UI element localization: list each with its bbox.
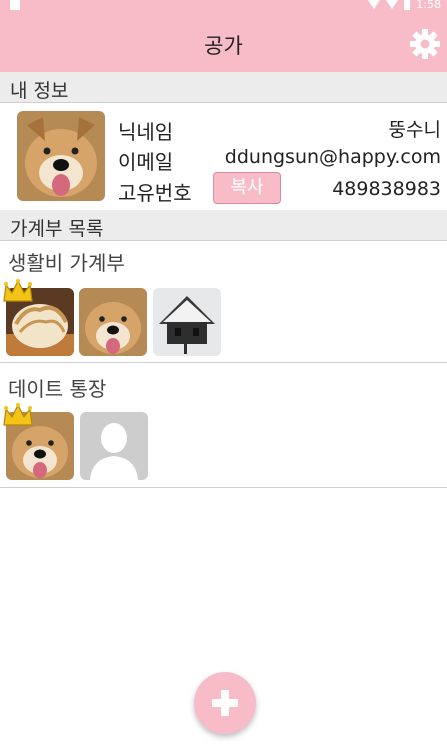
status-time: 1:58 [416, 0, 441, 11]
app-bar: 공가 [0, 12, 447, 72]
signal-icon [386, 0, 399, 9]
id-number-label: 고유번호 [118, 181, 192, 205]
ledger-list-title: 가계부 목록 [10, 218, 104, 240]
ledger-list-header: 가계부 목록 [0, 210, 447, 241]
status-icons: 1:58 [368, 0, 441, 11]
id-number-value: 489838983 [332, 178, 441, 200]
my-info-title: 내 정보 [10, 80, 69, 102]
nickname-value: 뚱수니 [388, 119, 441, 141]
app-title: 공가 [204, 34, 243, 58]
ledger-name: 데이트 통장 [8, 377, 107, 401]
wifi-icon [368, 0, 381, 9]
crown-icon [3, 403, 33, 426]
default-avatar-icon [80, 412, 148, 480]
email-value: ddungsun@happy.com [224, 146, 441, 168]
status-bar: 1:58 [0, 0, 447, 12]
member-avatar [79, 288, 147, 356]
ledger-card[interactable]: 생활비 가계부 [0, 241, 447, 363]
add-ledger-button[interactable] [194, 672, 256, 734]
copy-button[interactable]: 복사 [213, 172, 281, 204]
ledger-card[interactable]: 데이트 통장 [0, 363, 447, 488]
email-label: 이메일 [118, 150, 174, 174]
gear-icon[interactable] [409, 28, 441, 60]
ledger-name: 생활비 가계부 [8, 251, 125, 275]
my-info-header: 내 정보 [0, 72, 447, 103]
battery-icon [404, 0, 411, 10]
nickname-label: 닉네임 [118, 120, 174, 144]
crown-icon [3, 279, 33, 302]
profile-photo[interactable] [17, 111, 105, 201]
member-avatar [153, 288, 221, 356]
notification-icon [10, 0, 20, 10]
